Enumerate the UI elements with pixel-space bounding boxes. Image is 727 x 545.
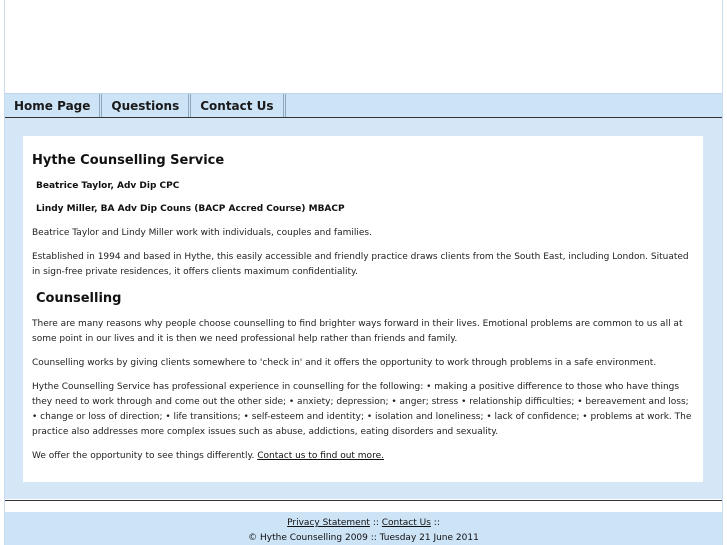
intro-paragraph: Beatrice Taylor and Lindy Miller work wi…: [32, 228, 372, 238]
footer-links: Privacy Statement :: Contact Us ::: [5, 518, 722, 528]
main-content: Hythe Counselling Service Beatrice Taylo…: [23, 136, 703, 482]
counselling-paragraph-1: There are many reasons why people choose…: [32, 319, 683, 344]
footer-contact-us-link[interactable]: Contact Us: [382, 518, 431, 528]
established-paragraph: Established in 1994 and based in Hythe, …: [32, 252, 689, 277]
footer-trailing-separator: ::: [433, 518, 440, 528]
contact-paragraph: We offer the opportunity to see things d…: [32, 449, 703, 464]
privacy-statement-link[interactable]: Privacy Statement: [287, 518, 370, 528]
section-heading-counselling: Counselling: [36, 291, 122, 306]
footer-separator: ::: [372, 518, 379, 528]
counselling-paragraph-2: Counselling works by giving clients some…: [32, 358, 657, 368]
divider-bottom: [5, 500, 722, 501]
practitioner-beatrice: Beatrice Taylor, Adv Dip CPC: [36, 181, 180, 191]
footer-copyright: © Hythe Counselling 2009 :: Tuesday 21 J…: [248, 533, 479, 543]
counselling-paragraph-3: Hythe Counselling Service has profession…: [32, 382, 692, 437]
header-banner: [5, 0, 722, 93]
footer: Privacy Statement :: Contact Us :: © Hyt…: [5, 512, 722, 545]
page-title: Hythe Counselling Service: [32, 153, 225, 168]
practitioner-lindy: Lindy Miller, BA Adv Dip Couns (BACP Acc…: [36, 204, 345, 214]
main-nav: Home Page Questions Contact Us: [5, 93, 722, 118]
nav-item-questions[interactable]: Questions: [102, 94, 192, 118]
nav-item-home-page[interactable]: Home Page: [5, 94, 103, 118]
contact-paragraph-text: We offer the opportunity to see things d…: [32, 451, 258, 461]
contact-us-link[interactable]: Contact us to find out more.: [257, 451, 384, 461]
nav-item-contact-us[interactable]: Contact Us: [191, 94, 286, 118]
